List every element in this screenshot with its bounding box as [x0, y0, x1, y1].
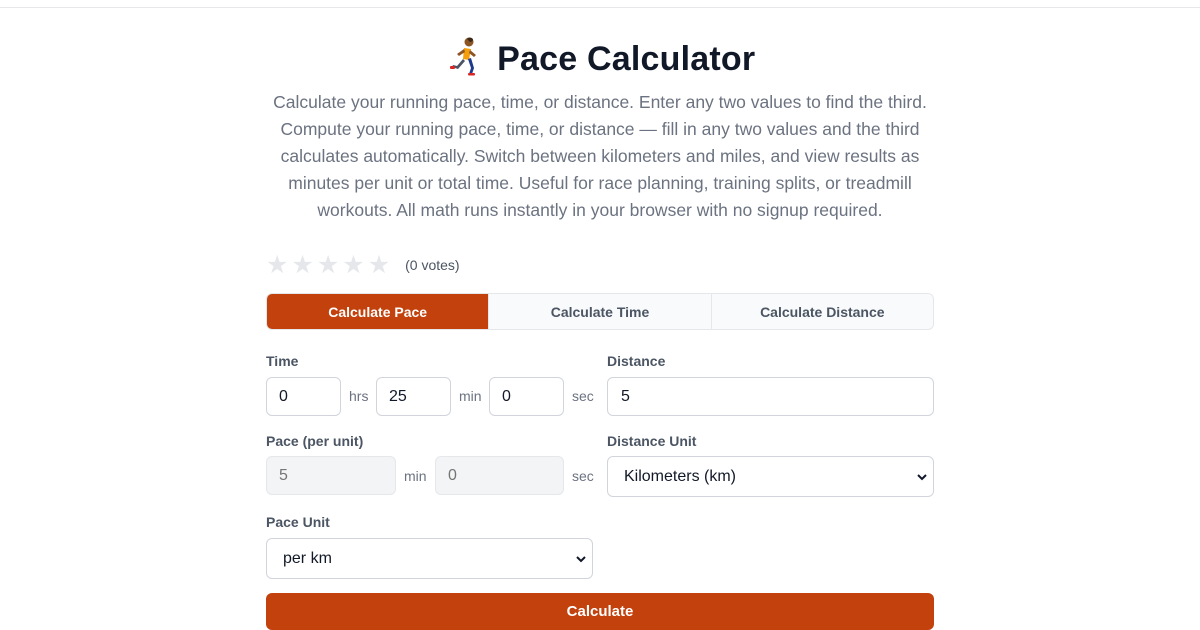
chevron-down-icon — [576, 556, 586, 563]
pace-minutes-input[interactable] — [266, 456, 396, 495]
tab-calculate-time[interactable]: Calculate Time — [488, 294, 710, 329]
star-icon[interactable]: ★ — [368, 252, 390, 278]
chevron-down-icon — [917, 474, 927, 481]
star-icon[interactable]: ★ — [342, 252, 364, 278]
header-divider — [0, 7, 1200, 8]
minutes-input[interactable] — [376, 377, 451, 416]
pace-unit-value: per km — [283, 549, 332, 567]
seconds-input[interactable] — [489, 377, 564, 416]
star-icon[interactable]: ★ — [266, 252, 288, 278]
page-description: Calculate your running pace, time, or di… — [273, 92, 927, 220]
calculate-button[interactable]: Calculate — [266, 593, 934, 630]
star-icon[interactable]: ★ — [317, 252, 339, 278]
pace-unit-select[interactable]: per km — [266, 538, 593, 579]
time-label: Time — [266, 353, 299, 369]
hours-input[interactable] — [266, 377, 341, 416]
runner-icon — [449, 37, 476, 76]
pace-seconds-unit: sec — [572, 468, 594, 484]
tab-calculate-distance[interactable]: Calculate Distance — [710, 294, 933, 329]
distance-unit-label: Distance Unit — [607, 433, 697, 449]
page-title: Pace Calculator — [497, 40, 756, 78]
tab-calculate-pace[interactable]: Calculate Pace — [267, 294, 489, 329]
rating-widget: ★ ★ ★ ★ ★ (0 votes) — [266, 252, 460, 278]
distance-unit-select[interactable]: Kilometers (km) — [607, 456, 934, 497]
votes-count: (0 votes) — [405, 257, 460, 273]
minutes-unit: min — [459, 388, 482, 404]
mode-tabs: Calculate Pace Calculate Time Calculate … — [266, 293, 934, 330]
seconds-unit: sec — [572, 388, 594, 404]
star-icon[interactable]: ★ — [291, 252, 313, 278]
hours-unit: hrs — [349, 388, 369, 404]
pace-minutes-unit: min — [404, 468, 427, 484]
distance-input[interactable] — [607, 377, 934, 416]
distance-unit-value: Kilometers (km) — [624, 467, 737, 485]
pace-label: Pace (per unit) — [266, 433, 364, 449]
pace-unit-label: Pace Unit — [266, 514, 330, 530]
pace-seconds-input[interactable] — [435, 456, 564, 495]
title-row: Pace Calculator — [0, 36, 1200, 79]
distance-label: Distance — [607, 353, 666, 369]
